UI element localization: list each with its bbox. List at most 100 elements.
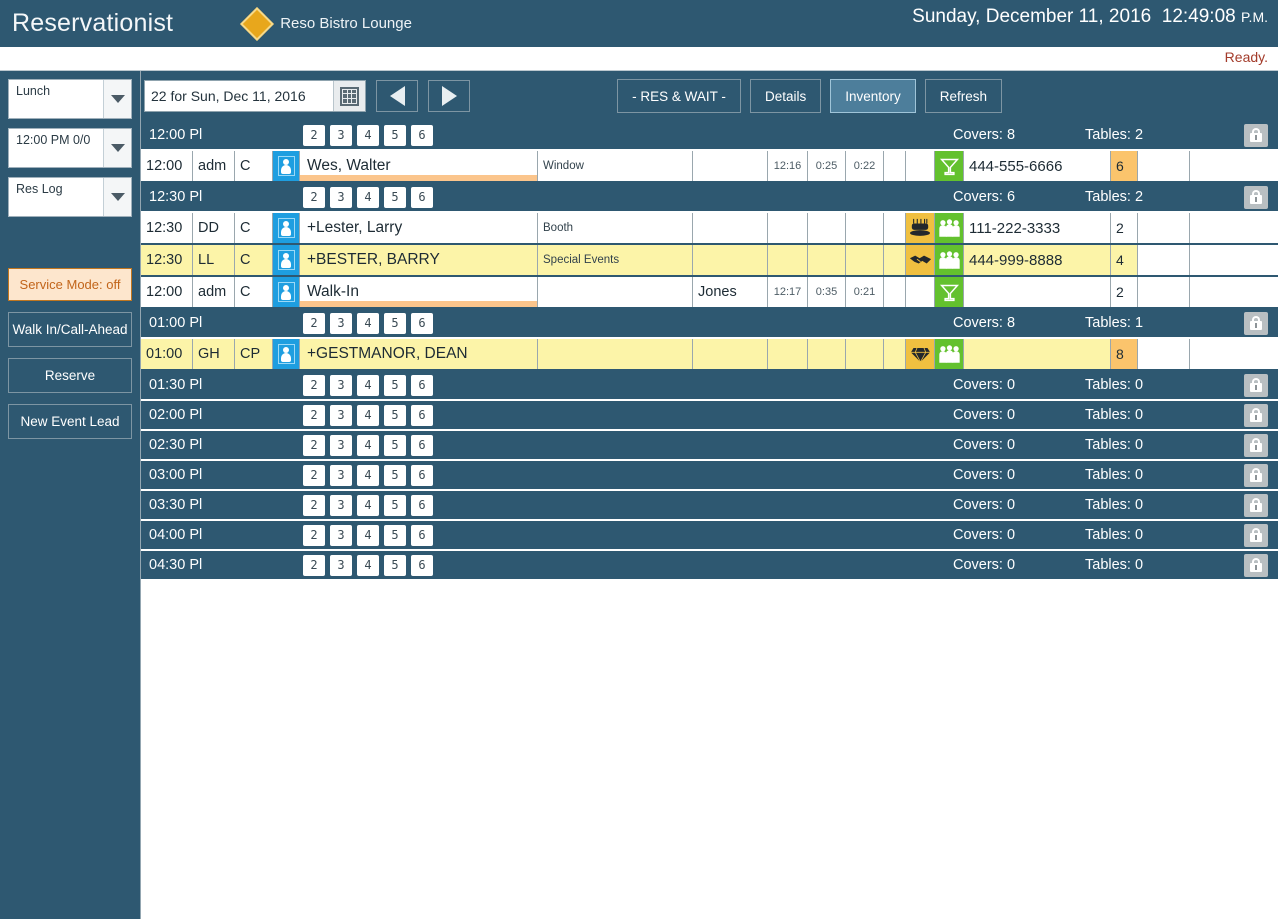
party-size-button-4[interactable]: 4 (357, 524, 379, 546)
party-size-button-5[interactable]: 5 (384, 404, 406, 426)
walk-in-call-ahead-button[interactable]: Walk In/Call-Ahead (8, 312, 132, 347)
party-size-button-2[interactable]: 2 (303, 524, 325, 546)
party-size-button-4[interactable]: 4 (357, 494, 379, 516)
time-slot-header[interactable]: 04:00 Pl 2 3 4 5 6 Covers: 0 Tables: 0 (141, 521, 1278, 551)
party-size-button-4[interactable]: 4 (357, 554, 379, 576)
party-size-button-6[interactable]: 6 (411, 494, 433, 516)
time-slot-header[interactable]: 03:00 Pl 2 3 4 5 6 Covers: 0 Tables: 0 (141, 461, 1278, 491)
party-size-button-5[interactable]: 5 (384, 524, 406, 546)
next-day-button[interactable] (428, 80, 470, 112)
party-size-button-6[interactable]: 6 (411, 524, 433, 546)
res-and-wait-button[interactable]: - RES & WAIT - (617, 79, 741, 113)
party-size-button-4[interactable]: 4 (357, 464, 379, 486)
party-size-button-3[interactable]: 3 (330, 404, 352, 426)
lock-icon[interactable] (1244, 523, 1268, 547)
party-size-button-5[interactable]: 5 (384, 554, 406, 576)
reservation-row[interactable]: 12:00 adm C Walk-In Jones 12:17 0:35 0:21 2 (141, 277, 1278, 309)
lock-icon[interactable] (1244, 373, 1268, 397)
party-size-button-4[interactable]: 4 (357, 374, 379, 396)
chevron-down-icon[interactable] (103, 178, 131, 216)
lock-icon[interactable] (1244, 553, 1268, 577)
new-event-lead-button[interactable]: New Event Lead (8, 404, 132, 439)
party-size-button-3[interactable]: 3 (330, 554, 352, 576)
party-size-button-5[interactable]: 5 (384, 312, 406, 334)
lock-icon[interactable] (1244, 493, 1268, 517)
lock-icon[interactable] (1244, 185, 1268, 209)
party-size-button-5[interactable]: 5 (384, 494, 406, 516)
party-size-button-2[interactable]: 2 (303, 374, 325, 396)
status-message: Ready. (1224, 49, 1268, 65)
party-size-button-6[interactable]: 6 (411, 464, 433, 486)
reserve-button[interactable]: Reserve (8, 358, 132, 393)
party-size-button-5[interactable]: 5 (384, 464, 406, 486)
lock-icon[interactable] (1244, 123, 1268, 147)
party-size-button-5[interactable]: 5 (384, 186, 406, 208)
person-icon[interactable] (273, 151, 300, 181)
lock-icon[interactable] (1244, 403, 1268, 427)
inventory-button[interactable]: Inventory (830, 79, 916, 113)
time-slot-header[interactable]: 01:30 Pl 2 3 4 5 6 Covers: 0 Tables: 0 (141, 371, 1278, 401)
previous-day-button[interactable] (376, 80, 418, 112)
row-seated-time (768, 339, 808, 369)
party-size-button-6[interactable]: 6 (411, 186, 433, 208)
time-slot-header[interactable]: 02:00 Pl 2 3 4 5 6 Covers: 0 Tables: 0 (141, 401, 1278, 431)
party-size-button-5[interactable]: 5 (384, 124, 406, 146)
reservation-row[interactable]: 12:30 DD C +Lester, Larry Booth 111-222-3333 2 (141, 213, 1278, 245)
time-slot-header[interactable]: 12:00 Pl 2 3 4 5 6 Covers: 8 Tables: 2 (141, 121, 1278, 151)
lock-icon[interactable] (1244, 311, 1268, 335)
chevron-down-icon[interactable] (103, 80, 131, 118)
party-size-button-4[interactable]: 4 (357, 186, 379, 208)
time-slot-header[interactable]: 03:30 Pl 2 3 4 5 6 Covers: 0 Tables: 0 (141, 491, 1278, 521)
party-size-button-2[interactable]: 2 (303, 404, 325, 426)
party-size-button-4[interactable]: 4 (357, 124, 379, 146)
party-size-button-3[interactable]: 3 (330, 374, 352, 396)
party-size-button-4[interactable]: 4 (357, 404, 379, 426)
refresh-button[interactable]: Refresh (924, 79, 1003, 113)
party-size-button-3[interactable]: 3 (330, 464, 352, 486)
party-size-button-5[interactable]: 5 (384, 434, 406, 456)
party-size-button-6[interactable]: 6 (411, 124, 433, 146)
party-size-button-2[interactable]: 2 (303, 312, 325, 334)
party-size-button-3[interactable]: 3 (330, 434, 352, 456)
party-size-button-2[interactable]: 2 (303, 434, 325, 456)
chevron-down-icon[interactable] (103, 129, 131, 167)
party-size-button-3[interactable]: 3 (330, 186, 352, 208)
party-size-button-4[interactable]: 4 (357, 312, 379, 334)
party-size-button-6[interactable]: 6 (411, 374, 433, 396)
time-slot-header[interactable]: 02:30 Pl 2 3 4 5 6 Covers: 0 Tables: 0 (141, 431, 1278, 461)
party-size-button-6[interactable]: 6 (411, 434, 433, 456)
reservation-row[interactable]: 12:00 adm C Wes, Walter Window 12:16 0:25 0:22 4… (141, 151, 1278, 183)
service-mode-toggle[interactable]: Service Mode: off (8, 268, 132, 301)
person-icon[interactable] (273, 277, 300, 307)
lock-icon[interactable] (1244, 463, 1268, 487)
party-size-button-3[interactable]: 3 (330, 494, 352, 516)
party-size-button-3[interactable]: 3 (330, 312, 352, 334)
reservation-row[interactable]: 01:00 GH CP +GESTMANOR, DEAN 8 (141, 339, 1278, 371)
time-slot-header[interactable]: 12:30 Pl 2 3 4 5 6 Covers: 6 Tables: 2 (141, 183, 1278, 213)
person-icon[interactable] (273, 213, 300, 243)
party-size-button-2[interactable]: 2 (303, 186, 325, 208)
party-size-button-6[interactable]: 6 (411, 554, 433, 576)
time-slot-select[interactable]: 12:00 PM 0/0 (8, 128, 132, 168)
party-size-button-3[interactable]: 3 (330, 524, 352, 546)
person-icon[interactable] (273, 245, 300, 275)
reservation-row[interactable]: 12:30 LL C +BESTER, BARRY Special Events 444-… (141, 245, 1278, 277)
party-size-button-6[interactable]: 6 (411, 404, 433, 426)
calendar-icon[interactable] (333, 81, 365, 111)
person-icon[interactable] (273, 339, 300, 369)
details-button[interactable]: Details (750, 79, 822, 113)
party-size-button-2[interactable]: 2 (303, 554, 325, 576)
party-size-button-2[interactable]: 2 (303, 464, 325, 486)
party-size-button-2[interactable]: 2 (303, 494, 325, 516)
time-slot-header[interactable]: 04:30 Pl 2 3 4 5 6 Covers: 0 Tables: 0 (141, 551, 1278, 581)
time-slot-header[interactable]: 01:00 Pl 2 3 4 5 6 Covers: 8 Tables: 1 (141, 309, 1278, 339)
party-size-button-6[interactable]: 6 (411, 312, 433, 334)
party-size-button-4[interactable]: 4 (357, 434, 379, 456)
party-size-button-3[interactable]: 3 (330, 124, 352, 146)
party-size-button-5[interactable]: 5 (384, 374, 406, 396)
lock-icon[interactable] (1244, 433, 1268, 457)
date-input[interactable]: 22 for Sun, Dec 11, 2016 (144, 80, 366, 112)
view-mode-select[interactable]: Res Log (8, 177, 132, 217)
meal-period-select[interactable]: Lunch (8, 79, 132, 119)
party-size-button-2[interactable]: 2 (303, 124, 325, 146)
